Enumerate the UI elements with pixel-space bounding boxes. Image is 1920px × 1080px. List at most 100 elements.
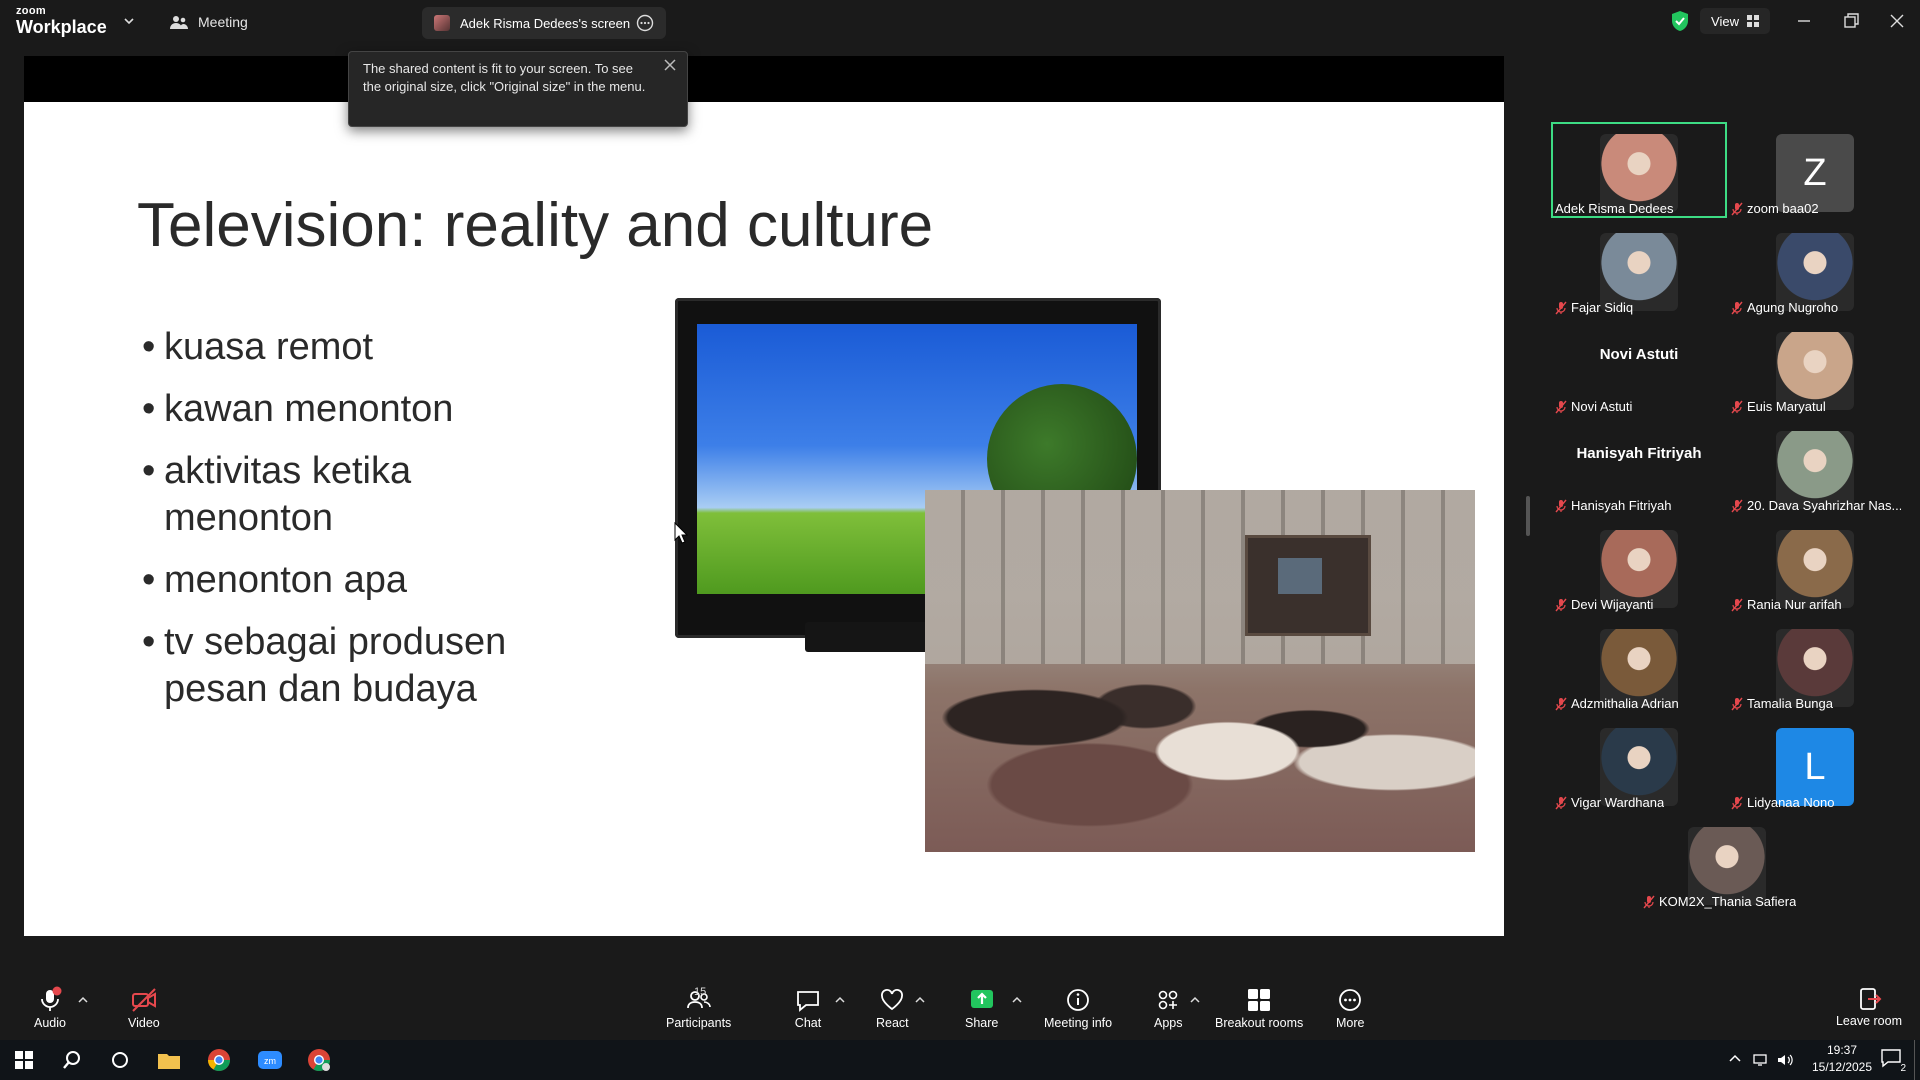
mic-muted-icon (1643, 895, 1655, 908)
tab-meeting-label: Meeting (198, 14, 248, 30)
participant-tile-zoom-baa02[interactable]: Zzoom baa02 (1727, 122, 1903, 218)
list-item: menonton apa (142, 557, 562, 604)
react-label: React (876, 1016, 909, 1030)
mic-muted-icon (1731, 796, 1743, 809)
participant-name: Tamalia Bunga (1747, 696, 1833, 711)
title-bar: zoom Workplace Meeting Adek Risma Dedees… (0, 0, 1920, 44)
participant-tile-euis-maryatul[interactable]: Euis Maryatul (1727, 320, 1903, 416)
chevron-up-icon[interactable] (78, 996, 88, 1004)
participant-tile-adek-risma-dedees[interactable]: Adek Risma Dedees (1551, 122, 1727, 218)
participant-tile-fajar-sidiq[interactable]: Fajar Sidiq (1551, 221, 1727, 317)
brand-line2: Workplace (16, 17, 107, 37)
participant-tile-adzmithalia-adrian[interactable]: Adzmithalia Adrian (1551, 617, 1727, 713)
minimize-icon[interactable] (1793, 10, 1815, 32)
breakout-rooms-icon (1248, 989, 1271, 1011)
participant-name-label: 20. Dava Syahrizhar Nas... (1731, 498, 1901, 513)
more-button[interactable]: More (1336, 986, 1364, 1030)
meeting-info-button[interactable]: Meeting info (1044, 986, 1112, 1030)
chevron-up-icon[interactable] (1728, 1052, 1742, 1066)
participant-name: Agung Nugroho (1747, 300, 1839, 315)
participant-tile-tamalia-bunga[interactable]: Tamalia Bunga (1727, 617, 1903, 713)
participant-name: Devi Wijayanti (1571, 597, 1654, 612)
close-icon[interactable] (1886, 10, 1908, 32)
participant-tile-devi-wijayanti[interactable]: Devi Wijayanti (1551, 518, 1727, 614)
participant-name-label: Fajar Sidiq (1555, 300, 1633, 315)
network-icon[interactable] (1752, 1051, 1770, 1069)
info-icon (1067, 989, 1089, 1011)
participant-name-label: Adzmithalia Adrian (1555, 696, 1679, 711)
breakout-rooms-button[interactable]: Breakout rooms (1215, 986, 1303, 1030)
participant-tile-vigar-wardhana[interactable]: Vigar Wardhana (1551, 716, 1727, 812)
shared-screen[interactable]: Television: reality and culture kuasa re… (24, 56, 1504, 936)
share-screen-icon (970, 990, 993, 1008)
task-view-icon[interactable] (106, 1046, 134, 1074)
chevron-down-icon[interactable] (122, 14, 136, 28)
participant-name: Hanisyah Fitriyah (1571, 498, 1672, 513)
mic-muted-icon (1731, 499, 1743, 512)
tab-meeting[interactable]: Meeting (170, 10, 248, 34)
participant-name: Euis Maryatul (1747, 399, 1826, 414)
share-button[interactable]: Share (965, 986, 998, 1030)
system-clock[interactable]: 19:37 15/12/2025 (1806, 1042, 1878, 1076)
chrome-icon[interactable] (205, 1046, 233, 1074)
chevron-up-icon[interactable] (1190, 996, 1200, 1004)
file-explorer-icon[interactable] (155, 1046, 183, 1074)
gallery-scrollbar[interactable] (1526, 496, 1530, 536)
leave-room-button[interactable]: Leave room (1836, 986, 1902, 1028)
people-icon (170, 16, 188, 29)
participant-tile-kom2x-thania-safiera[interactable]: KOM2X_Thania Safiera (1639, 815, 1815, 911)
participant-name-label: Lidyanaa Nono (1731, 795, 1834, 810)
close-icon[interactable] (663, 58, 677, 72)
chevron-up-icon[interactable] (835, 996, 845, 1004)
participant-tile-agung-nugroho[interactable]: Agung Nugroho (1727, 221, 1903, 317)
list-item: tv sebagai produsen pesan dan budaya (142, 619, 562, 713)
apps-label: Apps (1154, 1016, 1183, 1030)
notification-count: 2 (1900, 1063, 1906, 1074)
meeting-info-label: Meeting info (1044, 1016, 1113, 1030)
participants-button[interactable]: 15 Participants (666, 986, 731, 1030)
mic-muted-icon (1555, 400, 1567, 413)
chat-button[interactable]: Chat (794, 986, 822, 1030)
participant-tile-hanisyah-fitriyah[interactable]: Hanisyah Fitriyah Hanisyah Fitriyah (1551, 419, 1727, 515)
react-button[interactable]: React (876, 986, 909, 1030)
participants-count: 15 (694, 986, 707, 998)
participant-tile-rania-nur-arifah[interactable]: Rania Nur arifah (1727, 518, 1903, 614)
audio-label: Audio (34, 1016, 66, 1030)
participant-tile-lidyanaa-nono[interactable]: L Lidyanaa Nono (1727, 716, 1903, 812)
participant-tile-novi-astuti[interactable]: Novi Astuti Novi Astuti (1551, 320, 1727, 416)
shield-icon[interactable] (1670, 10, 1690, 32)
more-icon[interactable] (636, 14, 654, 32)
participant-name-label: zoom baa02 (1731, 201, 1819, 216)
family-watching-tv-photo (925, 490, 1475, 852)
windows-start-icon[interactable] (10, 1046, 38, 1074)
svg-text:zm: zm (264, 1056, 276, 1066)
breakout-rooms-label: Breakout rooms (1215, 1016, 1304, 1030)
mic-muted-icon (1555, 499, 1567, 512)
list-item: kawan menonton (142, 386, 562, 433)
chevron-up-icon[interactable] (1012, 996, 1022, 1004)
volume-icon[interactable] (1776, 1051, 1794, 1069)
clock-date: 15/12/2025 (1811, 1060, 1873, 1074)
os-taskbar: zm 19:37 15/12/2025 2 (0, 1040, 1920, 1080)
video-button[interactable]: Video (128, 986, 160, 1030)
notifications-button[interactable]: 2 (1880, 1048, 1906, 1074)
chat-icon (797, 991, 819, 1012)
show-desktop-button[interactable] (1914, 1040, 1915, 1080)
tab-shared-screen[interactable]: Adek Risma Dedees's screen (422, 7, 666, 39)
participant-name-label: Agung Nugroho (1731, 300, 1838, 315)
video-off-icon (131, 988, 156, 1012)
chrome-profile-icon[interactable] (305, 1046, 333, 1074)
chevron-up-icon[interactable] (915, 996, 925, 1004)
slide-title: Television: reality and culture (137, 191, 934, 260)
audio-button[interactable]: Audio (34, 986, 66, 1030)
zoom-app-icon[interactable]: zm (256, 1046, 284, 1074)
apps-button[interactable]: Apps (1154, 986, 1183, 1030)
presentation-slide: Television: reality and culture kuasa re… (24, 102, 1504, 936)
avatar (434, 15, 450, 31)
search-icon[interactable] (58, 1046, 86, 1074)
participant-name: Adek Risma Dedees (1555, 201, 1674, 216)
participant-tile-20-dava-syahrizhar-nas[interactable]: 20. Dava Syahrizhar Nas... (1727, 419, 1903, 515)
mic-muted-icon (1731, 697, 1743, 710)
view-button[interactable]: View (1700, 8, 1770, 34)
restore-icon[interactable] (1840, 10, 1862, 32)
